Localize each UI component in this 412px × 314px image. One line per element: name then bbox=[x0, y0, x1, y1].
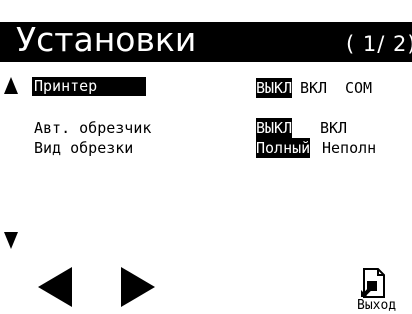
exit-door-icon bbox=[361, 268, 385, 298]
setting-cut-type-label: Вид обрезки bbox=[34, 139, 134, 157]
auto-cutter-option-on[interactable]: ВКЛ bbox=[320, 118, 347, 138]
cut-type-option-full[interactable]: Полный bbox=[256, 138, 311, 158]
page-indicator: ( 1/ 2) bbox=[346, 32, 412, 56]
scroll-up-icon[interactable] bbox=[4, 77, 18, 94]
prev-page-button[interactable] bbox=[38, 267, 72, 307]
title-bar: Установки ( 1/ 2) bbox=[0, 22, 412, 62]
exit-button[interactable]: Выход bbox=[345, 268, 412, 314]
setting-printer-label-highlight[interactable]: Принтер bbox=[32, 77, 146, 96]
printer-option-com[interactable]: COM bbox=[345, 78, 372, 98]
page-title: Установки bbox=[16, 22, 197, 59]
scroll-down-icon[interactable] bbox=[4, 232, 18, 249]
printer-settings-screen: Установки ( 1/ 2) Принтер ВЫКЛ ВКЛ COM А… bbox=[0, 0, 412, 314]
next-page-button[interactable] bbox=[121, 267, 155, 307]
printer-option-on[interactable]: ВКЛ bbox=[300, 78, 327, 98]
exit-label: Выход bbox=[357, 298, 397, 313]
setting-printer-label: Принтер bbox=[34, 77, 98, 95]
printer-option-off[interactable]: ВЫКЛ bbox=[256, 78, 293, 98]
cut-type-option-partial[interactable]: Неполн bbox=[322, 138, 376, 158]
setting-auto-cutter-label: Авт. обрезчик bbox=[34, 119, 152, 137]
auto-cutter-option-off[interactable]: ВЫКЛ bbox=[256, 118, 293, 138]
